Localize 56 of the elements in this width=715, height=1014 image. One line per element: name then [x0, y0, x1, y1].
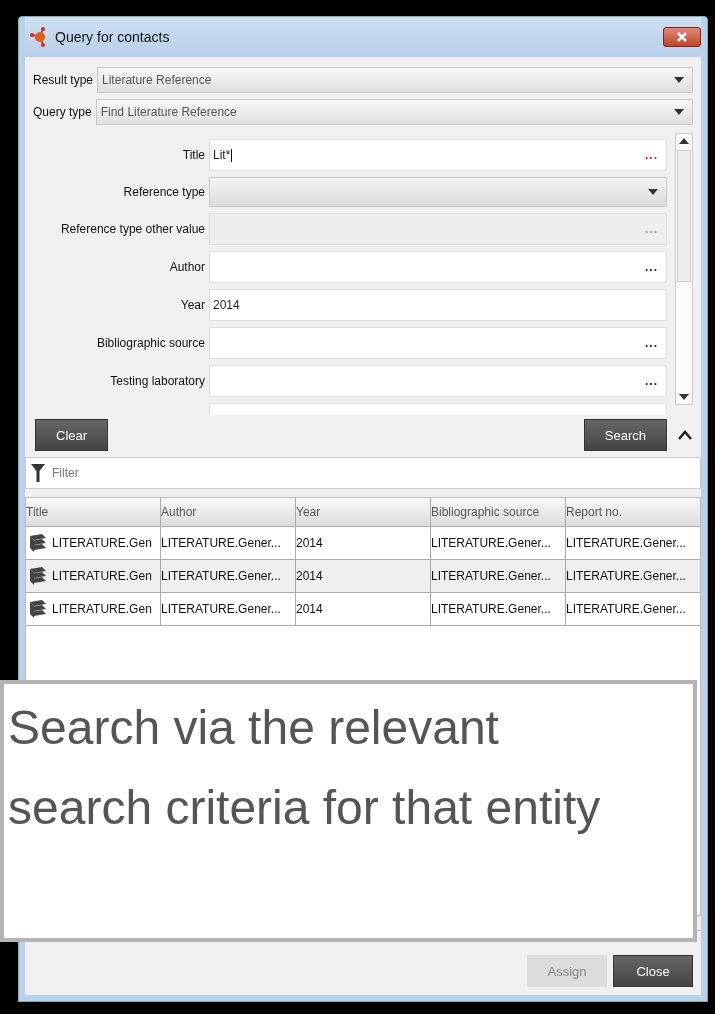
clear-button[interactable]: Clear: [35, 419, 109, 451]
table-cell: 2014: [296, 560, 431, 592]
table-cell: LITERATURE.Gener...: [161, 593, 296, 625]
field-label: Result type: [33, 73, 94, 87]
scrollbar[interactable]: [675, 133, 693, 405]
field-label: Reference type other value: [59, 222, 205, 236]
column-header[interactable]: Year: [296, 498, 431, 526]
browse-button[interactable]: ...: [645, 338, 658, 348]
search-button[interactable]: Search: [583, 419, 667, 451]
input-field[interactable]: Lit* ...: [209, 139, 667, 171]
browse-button[interactable]: ...: [645, 262, 658, 272]
input-field[interactable]: 2014: [209, 289, 667, 321]
window-title: Query for contacts: [55, 29, 171, 45]
close-icon: [675, 31, 689, 43]
filter-field[interactable]: Filter: [25, 457, 701, 489]
book-stack-icon: [28, 599, 48, 619]
table-cell: 2014: [296, 593, 431, 625]
dialog-button[interactable]: Close: [613, 955, 693, 987]
book-stack-icon: [28, 533, 48, 553]
caret-down-icon: [674, 77, 684, 83]
input-field[interactable]: ...: [209, 327, 667, 359]
filter-icon: [31, 464, 45, 482]
field-label: Title: [181, 148, 205, 162]
caret-down-icon: [674, 109, 684, 115]
field-label: Testing laboratory: [109, 374, 205, 388]
dropdown[interactable]: Find Literature Reference: [95, 99, 693, 125]
callout-text: Search via the relevant search criteria for that entity: [0, 680, 697, 942]
book-stack-icon: [28, 566, 48, 586]
dropdown[interactable]: Literature Reference: [97, 67, 693, 93]
column-header[interactable]: Title: [26, 498, 161, 526]
table-cell: LITERATURE.Gener...: [161, 560, 296, 592]
scroll-up-icon[interactable]: [679, 138, 689, 144]
table-cell: LITERATURE.Gener...: [431, 593, 566, 625]
caret-down-icon: [648, 189, 658, 195]
field-label: Query type: [33, 105, 92, 119]
browse-button[interactable]: ...: [645, 150, 658, 160]
table-cell: LITERATURE.Gen: [52, 536, 152, 550]
table-cell: LITERATURE.Gen: [52, 602, 152, 616]
browse-button[interactable]: ...: [645, 376, 658, 386]
field-label: Reference type: [122, 185, 205, 199]
table-cell: LITERATURE.Gener...: [431, 560, 566, 592]
field-label: Author: [168, 260, 205, 274]
chevron-up-icon[interactable]: [677, 429, 693, 441]
close-window-button[interactable]: [663, 27, 701, 47]
column-header[interactable]: Bibliographic source: [431, 498, 566, 526]
table-cell: LITERATURE.Gen: [52, 569, 152, 583]
table-cell-text: LITERATURE.Gener...: [566, 568, 687, 585]
column-header[interactable]: Report no.: [566, 498, 700, 526]
input-field[interactable]: ...: [209, 251, 667, 283]
field-label: Year: [179, 298, 205, 312]
column-header[interactable]: Author: [161, 498, 296, 526]
scroll-down-icon[interactable]: [679, 394, 689, 400]
table-cell-text: LITERATURE.Gener...: [566, 601, 687, 618]
field-label: Bibliographic source: [95, 336, 205, 350]
table-cell-text: LITERATURE.Gener...: [566, 535, 687, 552]
input-field[interactable]: ...: [209, 365, 667, 397]
